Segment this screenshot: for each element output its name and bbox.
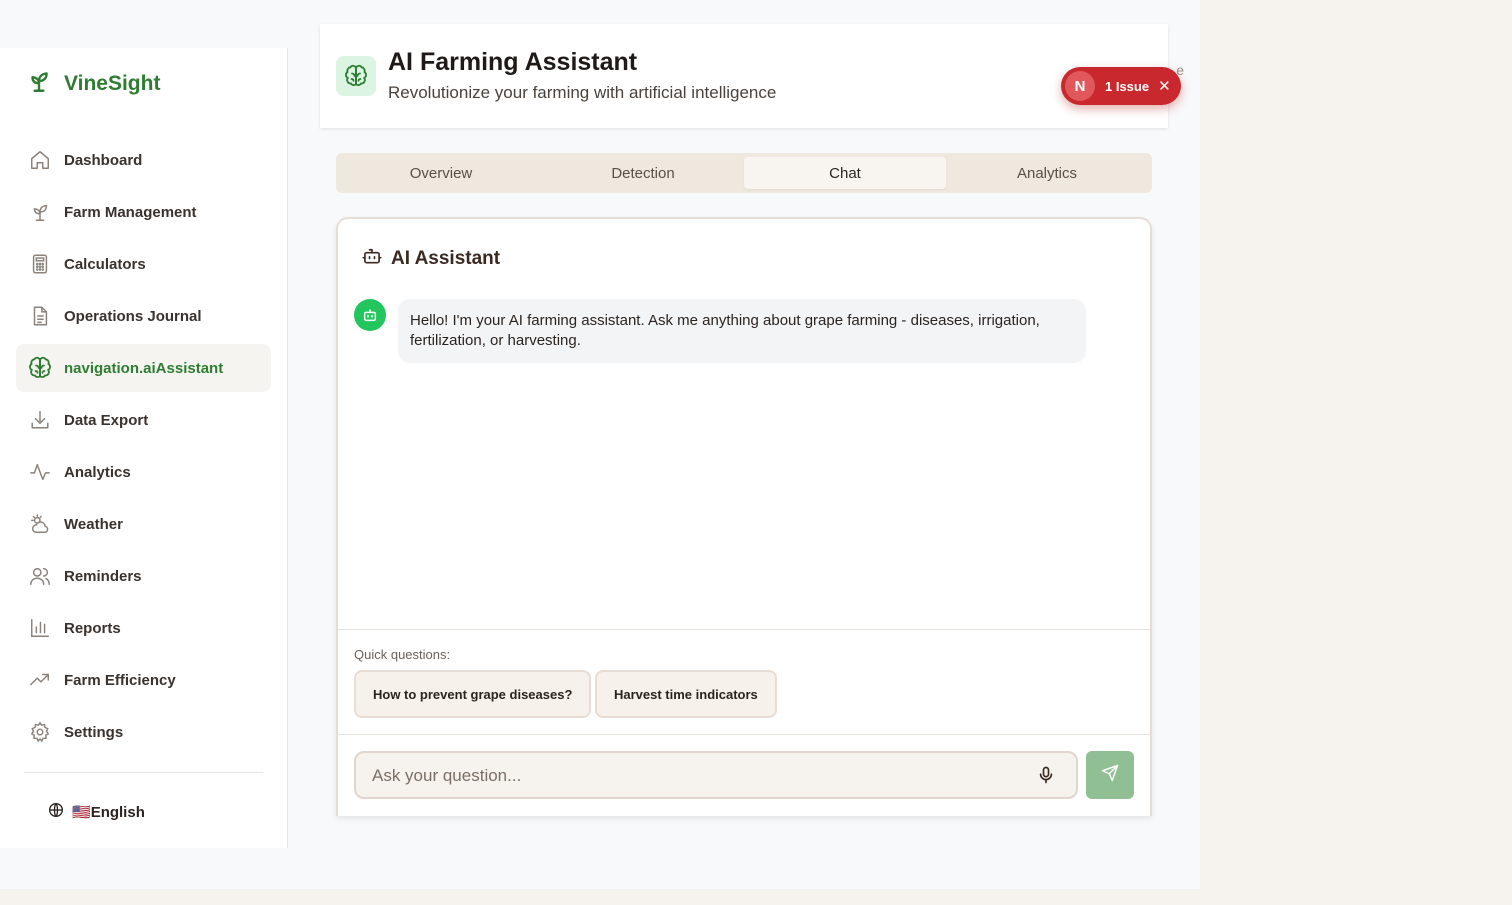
sprout-icon [28, 200, 52, 224]
sidebar-item-ai-assistant[interactable]: navigation.aiAssistant [16, 344, 271, 392]
chat-input-container [354, 751, 1078, 799]
microphone-icon[interactable] [1036, 765, 1056, 785]
sidebar-item-settings[interactable]: Settings [16, 708, 271, 756]
assistant-message: Hello! I'm your AI farming assistant. As… [398, 299, 1086, 363]
sidebar-item-data-export[interactable]: Data Export [16, 396, 271, 444]
send-icon [1101, 764, 1119, 787]
tab-detection[interactable]: Detection [542, 157, 744, 189]
home-icon [28, 148, 52, 172]
calculator-icon [28, 252, 52, 276]
divider [338, 629, 1150, 630]
chat-title-text: AI Assistant [391, 248, 501, 269]
issue-badge-label: 1 Issue [1105, 78, 1150, 94]
tab-analytics[interactable]: Analytics [946, 157, 1148, 189]
sidebar-item-reminders[interactable]: Reminders [16, 552, 271, 600]
sidebar-nav: Dashboard Farm Management Calculators Op… [16, 136, 271, 760]
sidebar-item-calculators[interactable]: Calculators [16, 240, 271, 288]
brand[interactable]: VineSight [26, 68, 160, 99]
page-header: AI Farming Assistant Revolutionize your … [320, 24, 1184, 128]
trending-up-icon [28, 668, 52, 692]
chat-card: AI Assistant Hello! I'm your AI farming … [336, 217, 1152, 816]
quick-question-button[interactable]: Harvest time indicators [595, 670, 777, 718]
language-selector[interactable]: 🇺🇸English [48, 802, 145, 822]
sidebar: VineSight Dashboard Farm Management Calc… [0, 48, 288, 848]
page-subtitle: Revolutionize your farming with artifici… [388, 83, 777, 102]
sidebar-item-farm-management[interactable]: Farm Management [16, 188, 271, 236]
tab-chat[interactable]: Chat [744, 157, 946, 189]
tab-overview[interactable]: Overview [340, 157, 542, 189]
brain-icon [336, 56, 376, 96]
sidebar-item-label: Operations Journal [64, 307, 202, 325]
send-button[interactable] [1086, 751, 1134, 799]
sidebar-item-farm-efficiency[interactable]: Farm Efficiency [16, 656, 271, 704]
sidebar-item-label: Reminders [64, 567, 142, 585]
language-flag: 🇺🇸 [72, 804, 91, 821]
page-title: AI Farming Assistant [388, 48, 638, 76]
sidebar-item-label: navigation.aiAssistant [64, 359, 224, 377]
sidebar-divider [24, 772, 263, 773]
chat-card-title: AI Assistant [362, 246, 500, 272]
quick-question-button[interactable]: How to prevent grape diseases? [354, 670, 592, 718]
sidebar-item-label: Weather [64, 515, 123, 533]
sidebar-item-operations-journal[interactable]: Operations Journal [16, 292, 271, 340]
sidebar-item-label: Farm Management [64, 203, 197, 221]
quick-questions-label: Quick questions: [354, 647, 451, 662]
sidebar-item-label: Dashboard [64, 151, 143, 169]
download-icon [28, 408, 52, 432]
brain-icon [28, 356, 52, 380]
document-icon [28, 304, 52, 328]
chat-input[interactable] [356, 753, 1014, 799]
sprout-logo-icon [26, 68, 52, 99]
users-icon [28, 564, 52, 588]
issue-badge[interactable]: N 1 Issue ✕ [1061, 67, 1181, 105]
activity-icon [28, 460, 52, 484]
sidebar-item-reports[interactable]: Reports [16, 604, 271, 652]
sidebar-item-label: Calculators [64, 255, 146, 273]
gear-icon [28, 720, 52, 744]
close-icon[interactable]: ✕ [1158, 77, 1171, 95]
divider [338, 734, 1150, 735]
sidebar-item-label: Settings [64, 723, 124, 741]
sidebar-item-dashboard[interactable]: Dashboard [16, 136, 271, 184]
sidebar-item-label: Analytics [64, 463, 131, 481]
bot-avatar [354, 299, 386, 331]
sidebar-item-weather[interactable]: Weather [16, 500, 271, 548]
sidebar-item-label: Data Export [64, 411, 149, 429]
globe-icon [48, 802, 64, 822]
brand-name: VineSight [64, 71, 161, 95]
issue-badge-logo: N [1065, 71, 1095, 101]
tab-list: Overview Detection Chat Analytics [336, 153, 1152, 193]
sidebar-item-label: Reports [64, 619, 121, 637]
sidebar-item-label: Farm Efficiency [64, 671, 176, 689]
cloud-sun-icon [28, 512, 52, 536]
bot-icon [362, 246, 382, 272]
language-label: English [90, 804, 145, 821]
bar-chart-icon [28, 616, 52, 640]
sidebar-item-analytics[interactable]: Analytics [16, 448, 271, 496]
